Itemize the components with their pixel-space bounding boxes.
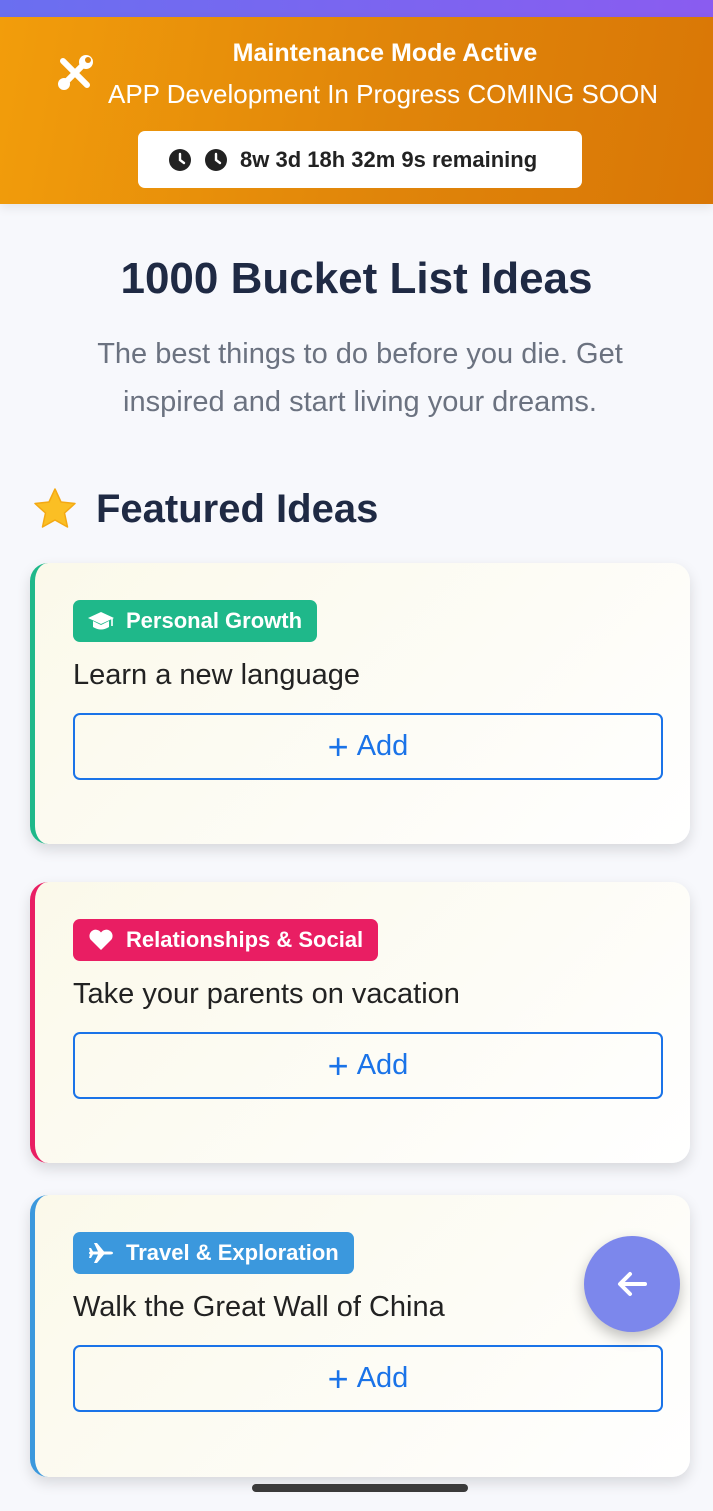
add-label: Add	[356, 1049, 409, 1081]
back-button[interactable]	[584, 1236, 680, 1332]
timer-text: 8w 3d 18h 32m 9s remaining	[240, 146, 538, 172]
star-icon	[34, 488, 76, 528]
add-button[interactable]: + Add	[73, 1032, 663, 1099]
section-title: Featured Ideas	[96, 486, 379, 531]
category-label: Personal Growth	[126, 608, 303, 633]
clock-icon	[205, 148, 227, 171]
home-indicator[interactable]	[252, 1484, 468, 1492]
plus-icon: +	[327, 1044, 349, 1086]
plane-icon	[89, 1243, 113, 1263]
clock-icon	[169, 148, 191, 171]
banner-title: Maintenance Mode Active	[232, 39, 538, 67]
idea-title: Learn a new language	[73, 659, 361, 691]
banner-subtitle: APP Development In Progress COMING SOON	[108, 79, 659, 109]
category-label: Relationships & Social	[126, 927, 364, 952]
category-badge: Relationships & Social	[73, 919, 379, 961]
idea-card: Personal Growth Learn a new language + A…	[30, 563, 690, 844]
idea-title: Walk the Great Wall of China	[73, 1291, 445, 1323]
idea-card: Relationships & Social Take your parents…	[30, 882, 690, 1163]
add-label: Add	[356, 730, 409, 762]
maintenance-banner: Maintenance Mode Active APP Development …	[0, 17, 713, 204]
add-button[interactable]: + Add	[73, 713, 663, 780]
top-accent-strip	[0, 0, 713, 17]
idea-title: Take your parents on vacation	[73, 978, 460, 1010]
heart-icon	[89, 929, 113, 950]
arrow-left-icon	[618, 1272, 647, 1296]
add-label: Add	[356, 1362, 409, 1394]
page-title: 1000 Bucket List Ideas	[120, 254, 593, 303]
graduation-cap-icon	[88, 612, 114, 630]
page-subtitle: The best things to do before you die. Ge…	[97, 338, 623, 418]
countdown-timer: 8w 3d 18h 32m 9s remaining	[138, 131, 582, 188]
featured-section-header: Featured Ideas	[32, 486, 378, 532]
add-button[interactable]: + Add	[73, 1345, 663, 1412]
idea-card: Travel & Exploration Walk the Great Wall…	[30, 1195, 690, 1477]
plus-icon: +	[327, 725, 349, 767]
category-badge: Travel & Exploration	[73, 1232, 354, 1274]
category-badge: Personal Growth	[73, 600, 318, 642]
plus-icon: +	[327, 1357, 349, 1399]
category-label: Travel & Exploration	[126, 1240, 339, 1265]
